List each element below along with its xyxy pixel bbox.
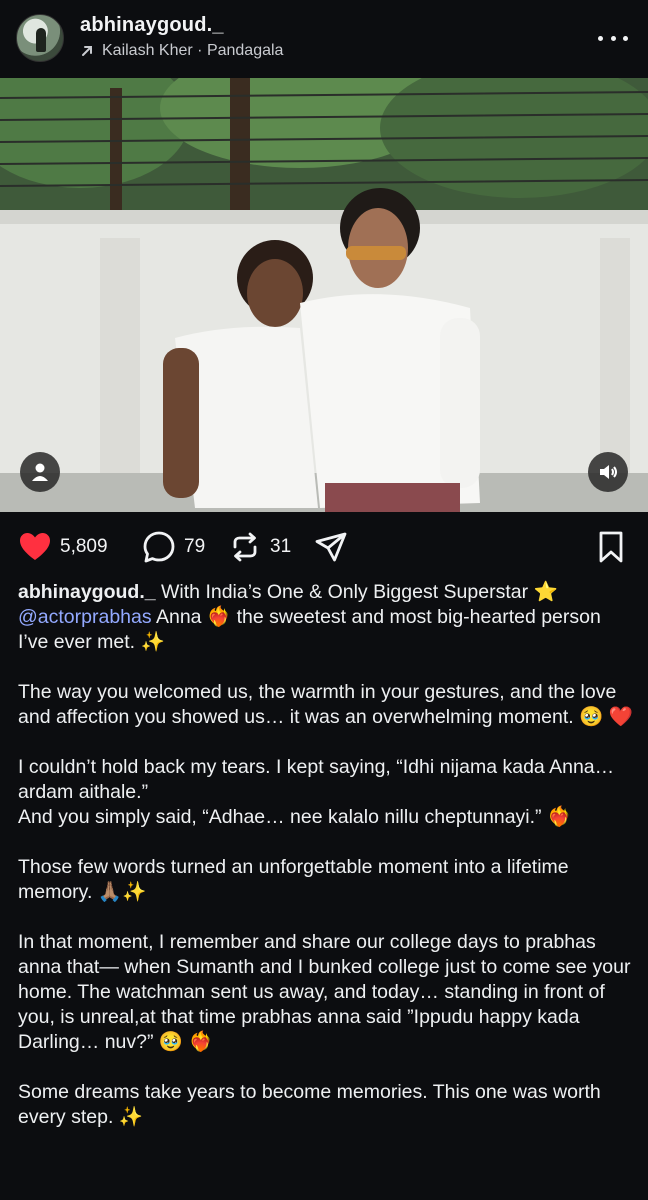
- caption-paragraph-1: abhinaygoud._ With India’s One & Only Bi…: [18, 580, 634, 655]
- share-icon: [315, 532, 347, 562]
- speaker-icon[interactable]: [588, 452, 628, 492]
- share-button[interactable]: [314, 524, 348, 570]
- person-tag-icon[interactable]: [20, 452, 60, 492]
- like-button[interactable]: 5,809: [18, 524, 108, 570]
- post-image: [0, 78, 648, 512]
- avatar[interactable]: [16, 14, 64, 62]
- repost-icon: [233, 532, 257, 562]
- more-options-icon[interactable]: [598, 26, 628, 50]
- caption-text: I couldn’t hold back my tears. I kept sa…: [18, 756, 615, 803]
- music-label: Kailash Kher · Pandagala: [102, 42, 284, 59]
- music-link[interactable]: Kailash Kher · Pandagala: [80, 42, 283, 60]
- username[interactable]: abhinaygoud._: [80, 14, 224, 37]
- caption-paragraph-3: I couldn’t hold back my tears. I kept sa…: [18, 755, 634, 830]
- post-caption: abhinaygoud._ With India’s One & Only Bi…: [18, 580, 634, 1155]
- caption-paragraph-2: The way you welcomed us, the warmth in y…: [18, 681, 634, 728]
- heart-filled-icon: [20, 533, 50, 560]
- caption-paragraph-6: Some dreams take years to become memorie…: [18, 1081, 601, 1128]
- arrow-up-right-icon: [82, 46, 92, 56]
- mention-link[interactable]: @actorprabhas: [18, 606, 152, 628]
- caption-author[interactable]: abhinaygoud._: [18, 581, 156, 603]
- comment-button[interactable]: 79: [142, 524, 205, 570]
- like-count: 5,809: [60, 536, 108, 557]
- comment-count: 79: [184, 536, 206, 557]
- caption-paragraph-4: Those few words turned an unforgettable …: [18, 856, 569, 903]
- action-bar: 5,809 79 31: [0, 524, 648, 570]
- repost-button[interactable]: 31: [228, 524, 291, 570]
- post-header: abhinaygoud._ Kailash Kher · Pandagala: [0, 0, 648, 78]
- bookmark-icon[interactable]: [594, 530, 628, 564]
- repost-count: 31: [270, 536, 292, 557]
- caption-text: And you simply said, “Adhae… nee kalalo …: [18, 806, 572, 828]
- caption-text: With India’s One & Only Biggest Supersta…: [155, 581, 558, 603]
- caption-paragraph-5: In that moment, I remember and share our…: [18, 931, 631, 1053]
- comment-icon: [143, 531, 175, 563]
